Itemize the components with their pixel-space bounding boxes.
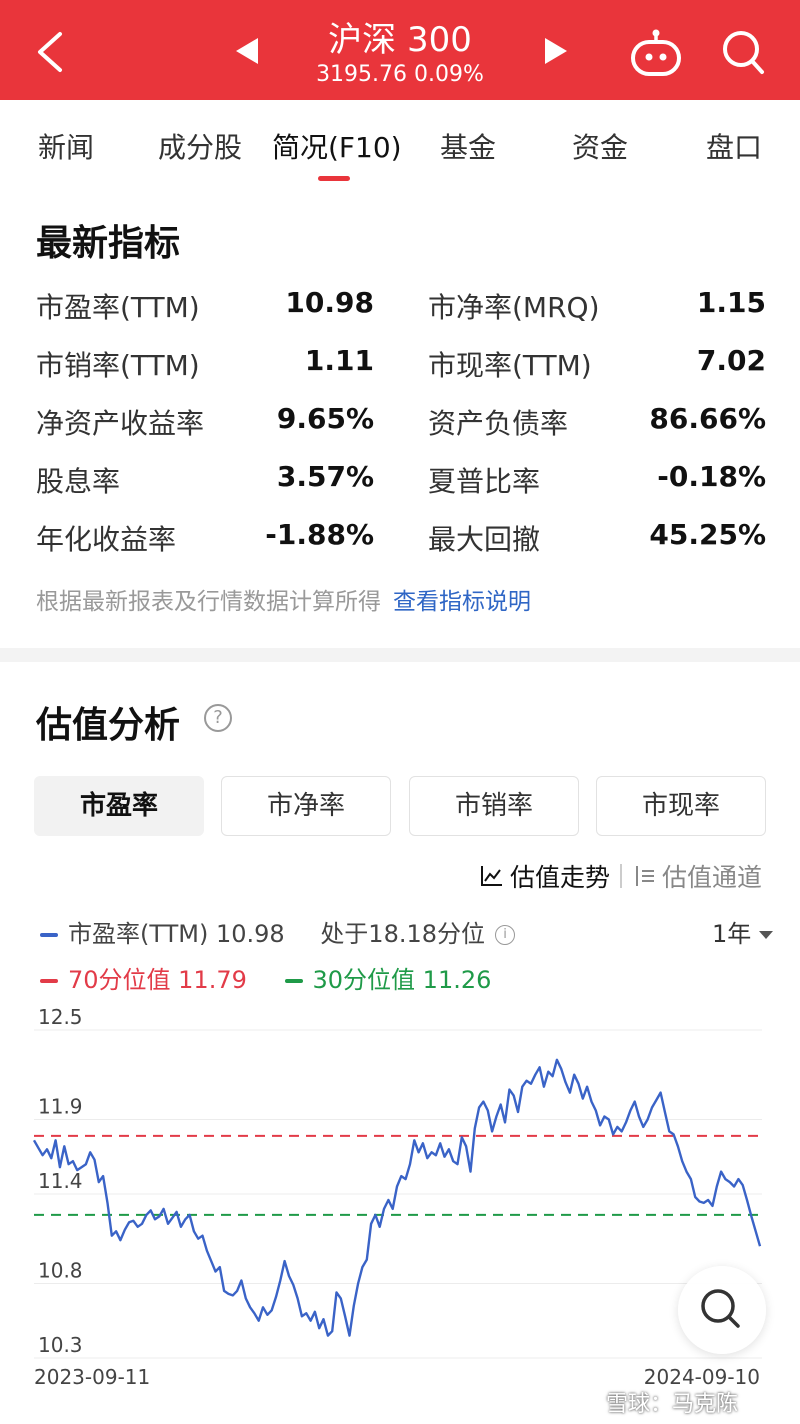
tab-capital[interactable]: 资金 [572, 126, 628, 166]
metrics-note: 根据最新报表及行情数据计算所得 查看指标说明 [36, 582, 531, 616]
metric-value: -1.88% [265, 518, 374, 551]
info-icon[interactable]: i [495, 925, 516, 945]
metric-explanation-link[interactable]: 查看指标说明 [393, 589, 531, 615]
segment-pe[interactable]: 市盈率 [34, 776, 204, 836]
tab-order-book[interactable]: 盘口 [706, 126, 762, 166]
floating-search-button[interactable] [678, 1266, 766, 1354]
section-divider [0, 648, 800, 662]
legend-main: 市盈率(TTM) 10.98 处于18.18分位 i [40, 914, 516, 949]
app-header: 沪深 300 3195.76 0.09% [0, 0, 800, 100]
legend-swatch-pe [40, 933, 58, 937]
metric-label: 股息率 [36, 465, 121, 498]
metrics-note-text: 根据最新报表及行情数据计算所得 [36, 589, 381, 615]
tab-f10[interactable]: 简况(F10) [272, 126, 402, 166]
tab-funds[interactable]: 基金 [440, 126, 496, 166]
metric-label: 最大回撤 [428, 523, 541, 556]
metric-label: 市现率(TTM) [428, 349, 592, 382]
metrics-title: 最新指标 [36, 223, 181, 264]
help-icon[interactable]: ? [204, 704, 232, 732]
metric-label: 资产负债率 [428, 407, 569, 440]
legend-swatch-p70 [40, 979, 58, 983]
metric-value: 7.02 [696, 344, 766, 377]
y-tick-label: 12.5 [38, 1005, 83, 1029]
metric-label: 市销率(TTM) [36, 349, 200, 382]
metric-label: 年化收益率 [36, 523, 177, 556]
legend-swatch-p30 [284, 979, 303, 983]
y-tick-label: 10.8 [38, 1258, 83, 1282]
toggle-separator [620, 864, 622, 888]
x-start-label: 2023-09-11 [34, 1365, 150, 1386]
valuation-title: 估值分析 [36, 705, 181, 746]
metric-label: 市盈率(TTM) [36, 291, 200, 324]
metric-value: 86.66% [649, 402, 766, 435]
legend-main-label: 市盈率(TTM) 10.98 [68, 920, 285, 948]
y-tick-label: 11.4 [38, 1169, 83, 1193]
metric-value: 1.15 [696, 286, 766, 319]
period-selector[interactable]: 1年 [712, 914, 774, 949]
tab-constituents[interactable]: 成分股 [158, 126, 242, 166]
channel-icon [636, 866, 654, 886]
x-end-label: 2024-09-10 [644, 1365, 760, 1386]
toggle-valuation-trend[interactable]: 估值走势 [510, 858, 610, 894]
legend-bands: 70分位值 11.79 30分位值 11.26 [40, 960, 491, 995]
legend-p30: 30分位值 11.26 [312, 966, 492, 994]
y-tick-label: 10.3 [38, 1333, 83, 1357]
metric-value: 45.25% [649, 518, 766, 551]
metric-value: -0.18% [657, 460, 766, 493]
metric-value: 1.11 [304, 344, 374, 377]
segment-pb[interactable]: 市净率 [221, 776, 391, 836]
y-tick-label: 11.9 [38, 1094, 83, 1118]
metric-label: 净资产收益率 [36, 407, 205, 440]
metric-value: 10.98 [285, 286, 374, 319]
robot-assistant-icon[interactable] [628, 28, 684, 78]
chevron-down-icon [759, 931, 774, 939]
segment-pcf[interactable]: 市现率 [596, 776, 766, 836]
toggle-valuation-channel[interactable]: 估值通道 [662, 858, 762, 894]
metric-label: 夏普比率 [428, 465, 541, 498]
magnifier-icon [701, 1289, 740, 1328]
period-label: 1年 [712, 920, 752, 948]
pe-series-line [32, 1058, 762, 1337]
page-title: 沪深 300 [328, 20, 472, 60]
search-icon[interactable] [720, 28, 766, 76]
back-arrow-icon[interactable] [32, 30, 72, 74]
tab-news[interactable]: 新闻 [38, 126, 94, 166]
next-index-icon[interactable] [545, 38, 567, 64]
legend-percentile: 处于18.18分位 [320, 920, 486, 948]
metric-value: 3.57% [276, 460, 374, 493]
trend-chart-icon [481, 866, 502, 886]
metric-label: 市净率(MRQ) [428, 291, 600, 324]
active-tab-indicator [318, 176, 350, 181]
metric-value: 9.65% [276, 402, 374, 435]
index-quote: 3195.76 0.09% [316, 62, 484, 87]
watermark-logo: 雪球：马克陈 [606, 1392, 739, 1417]
tab-bar: 新闻 成分股 简况(F10) 基金 资金 盘口 [0, 100, 800, 190]
segment-ps[interactable]: 市销率 [409, 776, 579, 836]
legend-p70: 70分位值 11.79 [68, 966, 247, 994]
